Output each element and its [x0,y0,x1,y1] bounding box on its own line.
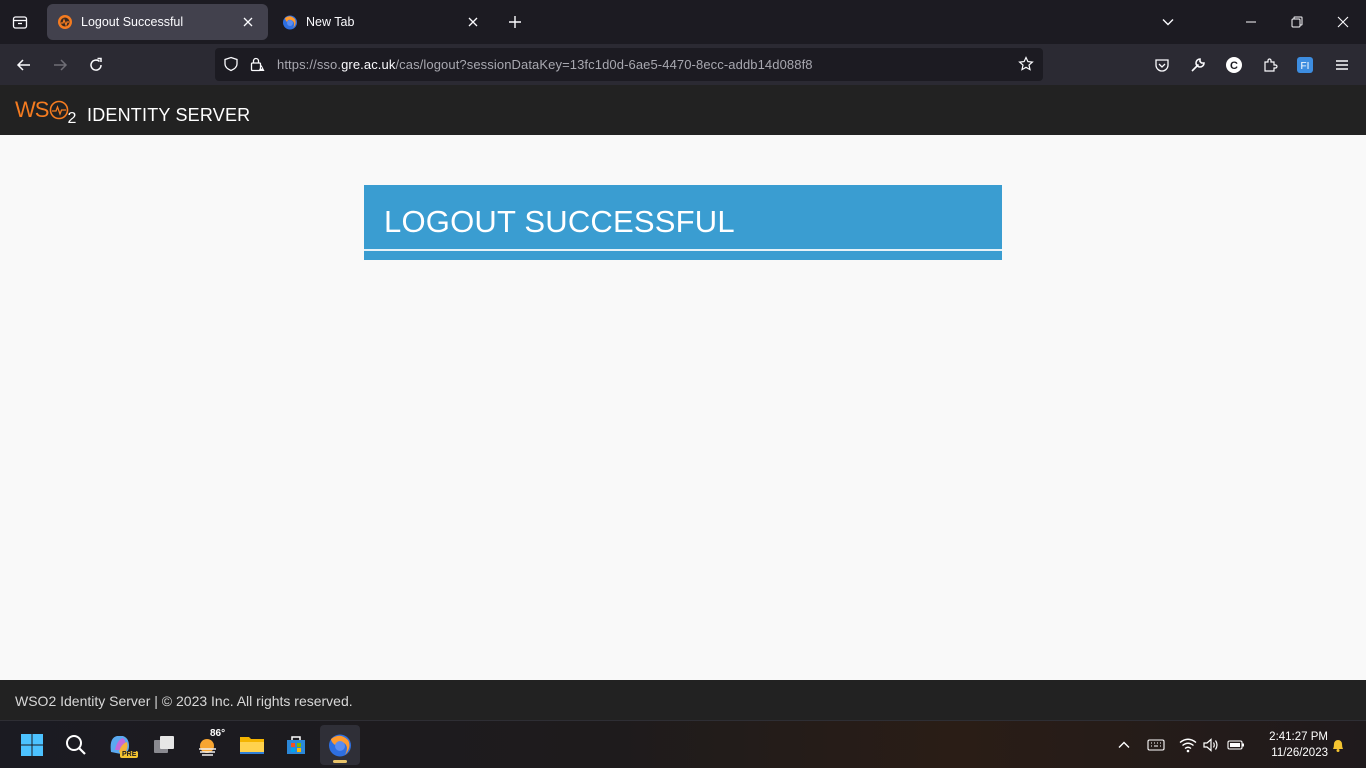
battery-button[interactable] [1226,735,1246,755]
task-view-icon [154,736,174,753]
battery-icon [1227,740,1244,750]
close-window-button[interactable] [1320,0,1366,44]
file-explorer-button[interactable] [232,725,272,765]
site-footer: WSO2 Identity Server | © 2023 Inc. All r… [0,680,1366,720]
product-name: IDENTITY SERVER [87,105,251,125]
lock-warning-icon[interactable] [248,55,266,73]
svg-text:C: C [1230,60,1238,72]
new-tab-button[interactable] [501,8,529,36]
c-extension-icon: C [1226,57,1242,73]
speaker-icon [1203,738,1218,752]
pocket-icon [1155,59,1169,72]
tab-logout-successful[interactable]: Logout Successful [47,4,268,40]
firefox-taskbar-button[interactable] [320,725,360,765]
hamburger-menu-icon [1336,60,1348,70]
list-all-tabs-button[interactable] [1145,0,1191,44]
url-host: gre.ac.uk [341,57,396,72]
tab-close-button[interactable] [463,12,483,32]
forward-button[interactable] [45,50,75,80]
back-button[interactable] [9,50,39,80]
c-extension-button[interactable]: C [1220,51,1248,79]
app-menu-button[interactable] [1328,51,1356,79]
copilot-button[interactable]: PRE [100,725,140,765]
arrow-right-icon [54,59,68,71]
fi-extension-icon: FI [1297,57,1313,73]
keyboard-button[interactable] [1146,735,1166,755]
running-indicator [333,760,347,763]
bookmark-star-icon[interactable] [1017,55,1035,73]
firefox-favicon-icon [283,15,297,30]
logout-panel: LOGOUT SUCCESSFUL [364,185,1002,260]
url-scheme: https://sso. [277,57,342,72]
reload-icon [90,57,102,71]
minimize-icon [1246,21,1256,23]
chevron-up-icon [1118,741,1130,748]
bell-icon [1333,740,1343,752]
store-bag-icon [287,736,305,754]
search-icon [66,735,86,755]
restore-icon [1291,16,1303,28]
weather-temperature: 86° [210,728,226,739]
task-view-button[interactable] [144,725,184,765]
start-button[interactable] [12,725,52,765]
firefox-view-button[interactable] [6,8,34,36]
windows-taskbar: PRE 86° 2:41:27 PM 11/26/2023 [0,720,1366,768]
notifications-button[interactable] [1328,735,1348,755]
tab-title: New Tab [306,15,355,29]
close-icon [243,17,253,27]
pocket-button[interactable] [1148,51,1176,79]
copilot-preview-badge: PRE [120,751,139,758]
plus-icon [509,16,521,28]
url-path: /cas/logout?sessionDataKey=13fc1d0d-6ae5… [395,57,813,72]
wifi-icon [1179,738,1197,753]
site-header: WS 2 IDENTITY SERVER [0,85,1366,135]
chevron-down-icon [1162,19,1174,26]
url-bar[interactable]: https://sso.gre.ac.uk/cas/logout?session… [215,48,1043,81]
navigation-toolbar: https://sso.gre.ac.uk/cas/logout?session… [0,44,1366,85]
extensions-button[interactable] [1256,51,1284,79]
puzzle-icon [1264,58,1278,72]
wso2-favicon-icon [58,15,72,29]
minimize-button[interactable] [1228,0,1274,44]
clock-time: 2:41:27 PM [1269,731,1328,743]
tab-close-button[interactable] [238,12,258,32]
microsoft-store-button[interactable] [276,725,316,765]
firefox-icon [329,734,351,757]
close-icon [468,17,478,27]
footer-copyright: WSO2 Identity Server | © 2023 Inc. All r… [15,693,353,709]
search-button[interactable] [56,725,96,765]
wso2-logo[interactable]: WS 2 [15,97,76,131]
close-icon [1337,16,1349,28]
devtools-button[interactable] [1184,51,1212,79]
volume-button[interactable] [1201,735,1221,755]
windows-start-icon [21,734,43,756]
firefox-view-icon [12,16,28,29]
network-button[interactable] [1178,735,1198,755]
wrench-icon [1191,58,1205,72]
restore-button[interactable] [1274,0,1320,44]
show-hidden-icons-button[interactable] [1114,735,1134,755]
url-text[interactable]: https://sso.gre.ac.uk/cas/logout?session… [277,57,813,72]
wso2-logo-o-icon [50,100,69,120]
keyboard-icon [1147,739,1165,751]
page-title: LOGOUT SUCCESSFUL [384,204,735,239]
weather-widget-button[interactable]: 86° [188,725,228,765]
tab-title: Logout Successful [81,15,184,29]
svg-text:FI: FI [1301,61,1310,72]
divider [364,249,1002,251]
reload-button[interactable] [81,50,111,80]
tab-new-tab[interactable]: New Tab [272,4,493,40]
arrow-left-icon [16,59,30,71]
tab-strip: Logout Successful New Tab [0,0,1366,44]
page-content: WS 2 IDENTITY SERVER LOGOUT SUCCESSFUL W… [0,85,1366,720]
tracking-protection-shield-icon[interactable] [222,55,240,73]
folder-icon [240,737,264,754]
logo-text: WS [15,97,49,122]
system-clock[interactable]: 2:41:27 PM 11/26/2023 [1256,729,1328,761]
fi-extension-button[interactable]: FI [1291,51,1319,79]
logo-subscript: 2 [67,110,77,127]
clock-date: 11/26/2023 [1271,747,1328,759]
